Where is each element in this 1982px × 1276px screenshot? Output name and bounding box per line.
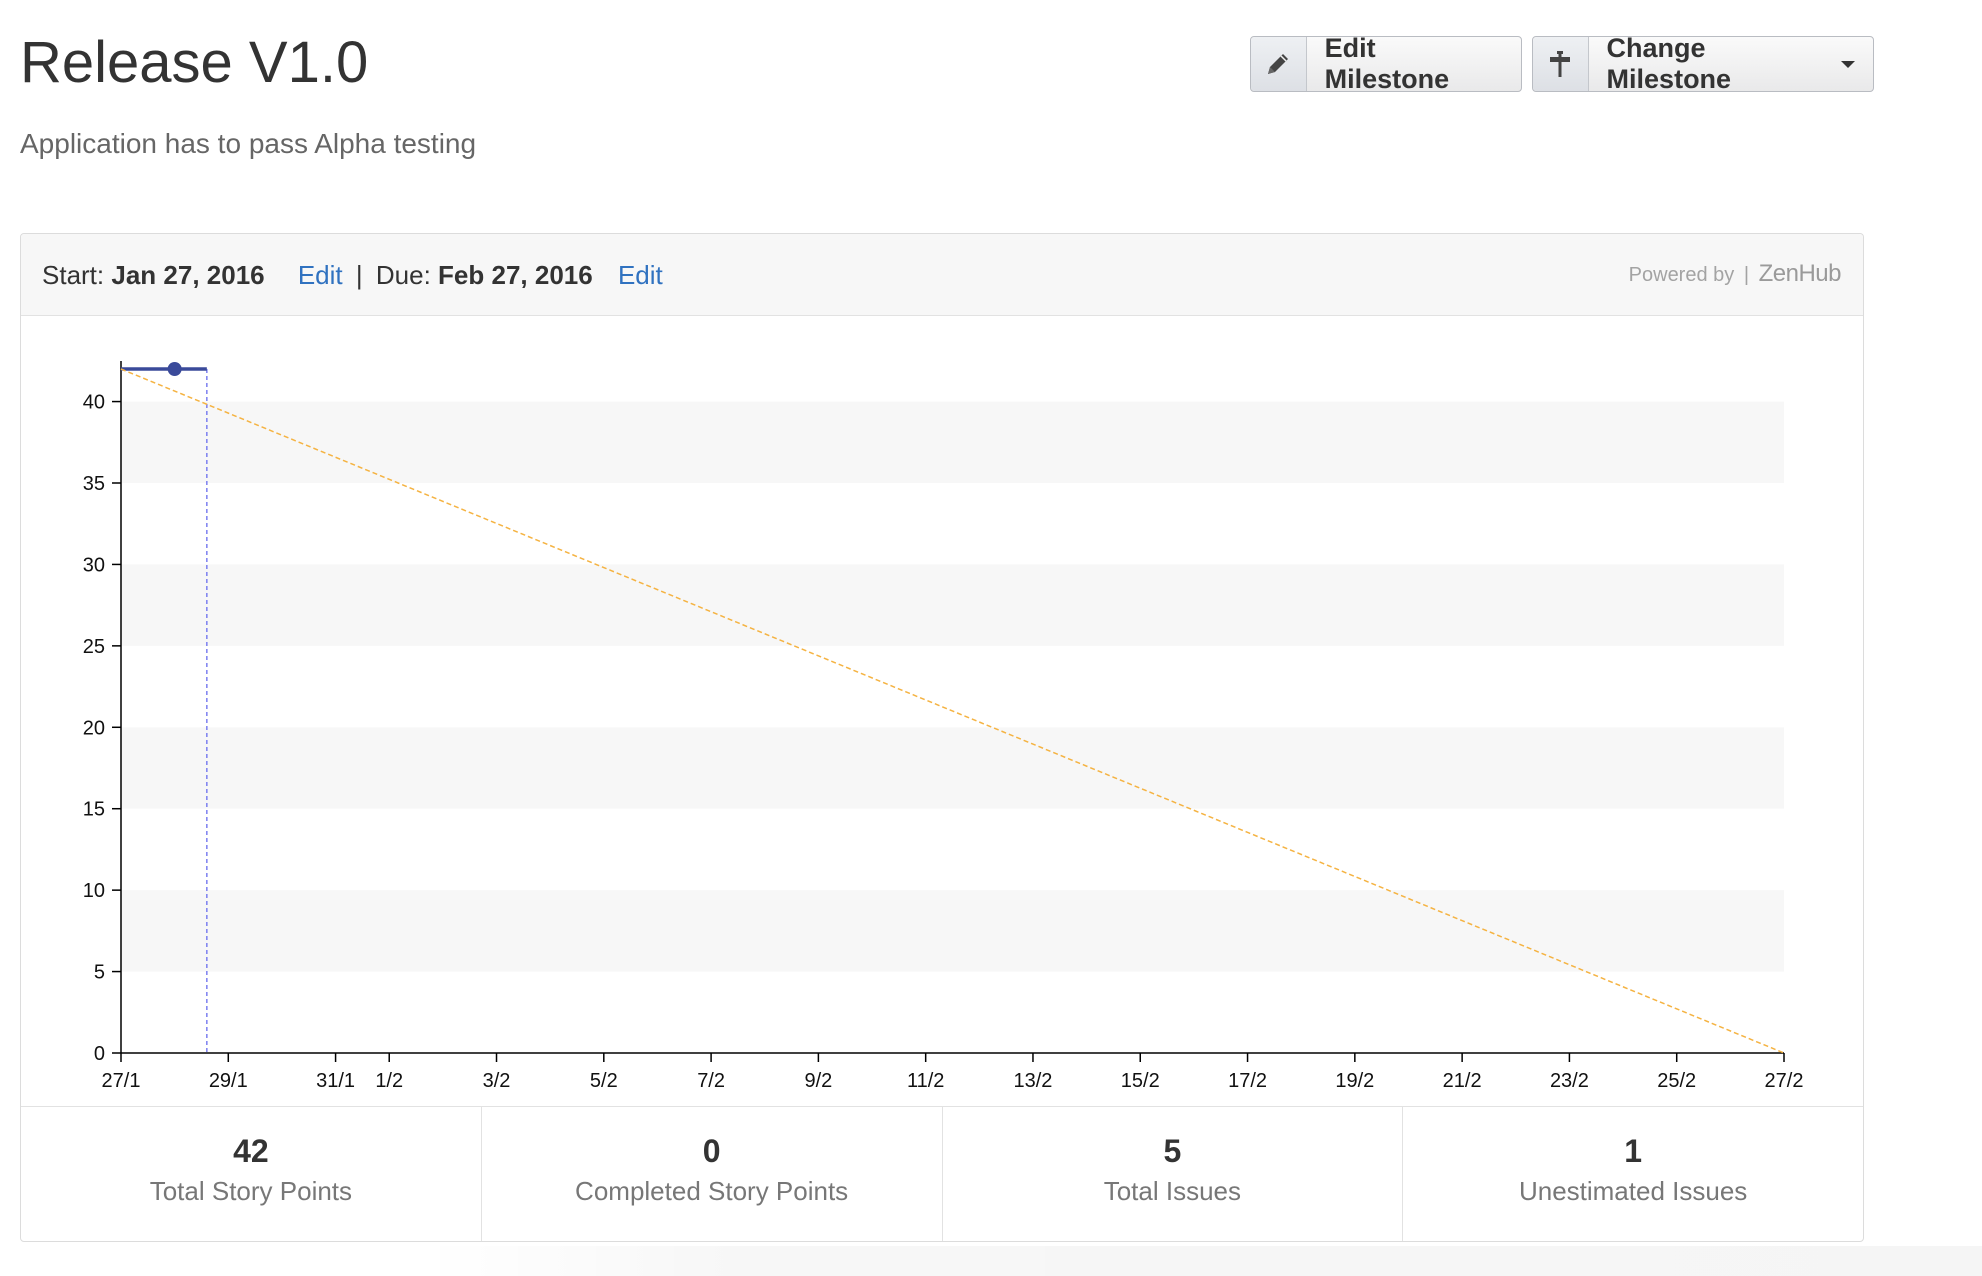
y-tick-label: 10: [83, 880, 105, 902]
pencil-icon: [1251, 37, 1307, 91]
x-tick-label: 5/2: [590, 1070, 618, 1092]
x-tick-label: 29/1: [209, 1070, 248, 1092]
stat-value: 42: [233, 1133, 269, 1169]
milestone-page: Release V1.0 Application has to pass Alp…: [0, 0, 1982, 1276]
x-tick-label: 27/2: [1765, 1070, 1804, 1092]
burndown-panel: Start: Jan 27, 2016 Edit | Due: Feb 27, …: [20, 233, 1864, 1242]
stat-label: Completed Story Points: [575, 1176, 849, 1206]
x-tick-label: 7/2: [697, 1070, 725, 1092]
footer-shadow: [420, 1246, 1982, 1276]
milestone-dates: Start: Jan 27, 2016 Edit | Due: Feb 27, …: [42, 260, 663, 291]
edit-start-link[interactable]: Edit: [298, 260, 343, 290]
powered-prefix: Powered by: [1628, 264, 1735, 286]
powered-by: Powered by | ZenHub: [1628, 260, 1842, 288]
actual-point: [167, 362, 182, 376]
x-tick-label: 1/2: [375, 1070, 403, 1092]
x-tick-label: 13/2: [1013, 1070, 1052, 1092]
edit-milestone-label: Edit Milestone: [1324, 33, 1450, 94]
x-tick-label: 25/2: [1657, 1070, 1696, 1092]
x-tick-label: 19/2: [1335, 1070, 1374, 1092]
change-milestone-label: Change Milestone: [1589, 33, 1873, 94]
edit-due-link[interactable]: Edit: [618, 260, 663, 290]
stat-label: Total Issues: [1103, 1176, 1242, 1206]
x-tick-label: 15/2: [1121, 1070, 1160, 1092]
start-label: Start:: [42, 260, 105, 290]
y-tick-label: 30: [83, 554, 105, 576]
y-tick-label: 35: [83, 473, 105, 495]
change-milestone-button[interactable]: Change Milestone: [1532, 33, 1874, 94]
panel-header: Start: Jan 27, 2016 Edit | Due: Feb 27, …: [21, 234, 1863, 316]
caret-down-icon: [1841, 60, 1855, 68]
y-tick-label: 40: [83, 392, 105, 414]
milestone-title: Release V1.0: [20, 30, 369, 95]
milestone-stats: 42 Total Story Points 0 Completed Story …: [21, 1106, 1863, 1241]
due-date: Feb 27, 2016: [438, 260, 593, 290]
due-label: Due:: [375, 260, 431, 290]
x-tick-label: 11/2: [907, 1070, 944, 1092]
x-tick-label: 17/2: [1228, 1070, 1267, 1092]
y-tick-label: 25: [83, 636, 105, 658]
stat-completed-story-points: 0 Completed Story Points: [482, 1107, 943, 1241]
stat-total-story-points: 42 Total Story Points: [21, 1107, 482, 1241]
signpost-icon: [1533, 37, 1589, 91]
x-tick-label: 31/1: [316, 1070, 355, 1092]
stat-total-issues: 5 Total Issues: [943, 1107, 1404, 1241]
stat-label: Unestimated Issues: [1518, 1176, 1748, 1206]
stat-value: 5: [1163, 1133, 1182, 1169]
grid-band: [121, 401, 1784, 483]
start-date: Jan 27, 2016: [111, 260, 265, 290]
y-tick-label: 20: [83, 717, 105, 739]
burndown-chart-svg: 0 5 10 15 20 25 30 35 40 27/1 29/1 31/1 1/2 3/2 5/2 7/2…: [83, 361, 1804, 1092]
y-tick-label: 15: [83, 799, 105, 821]
grid-band: [121, 727, 1784, 809]
x-tick-label: 3/2: [483, 1070, 511, 1092]
stat-unestimated-issues: 1 Unestimated Issues: [1403, 1107, 1863, 1241]
grid-band: [121, 564, 1784, 646]
change-milestone-text: Change Milestone: [1606, 33, 1732, 94]
stat-label: Total Story Points: [149, 1176, 353, 1206]
edit-milestone-button[interactable]: Edit Milestone: [1250, 33, 1522, 94]
powered-divider: |: [1743, 264, 1750, 286]
y-tick-label: 5: [94, 962, 105, 984]
grid-band: [121, 890, 1784, 972]
milestone-description: Application has to pass Alpha testing: [20, 128, 477, 159]
y-tick-label: 0: [94, 1043, 105, 1065]
x-tick-label: 23/2: [1550, 1070, 1589, 1092]
x-tick-label: 9/2: [804, 1070, 832, 1092]
zenhub-logo[interactable]: ZenHub: [1759, 260, 1842, 287]
burndown-chart: 0 5 10 15 20 25 30 35 40 27/1 29/1 31/1 1/2 3/2 5/2 7/2…: [21, 316, 1863, 1106]
x-tick-label: 27/1: [102, 1070, 141, 1092]
x-tick-label: 21/2: [1443, 1070, 1482, 1092]
date-separator: |: [355, 260, 363, 290]
stat-value: 0: [702, 1133, 721, 1169]
stat-value: 1: [1624, 1133, 1643, 1169]
